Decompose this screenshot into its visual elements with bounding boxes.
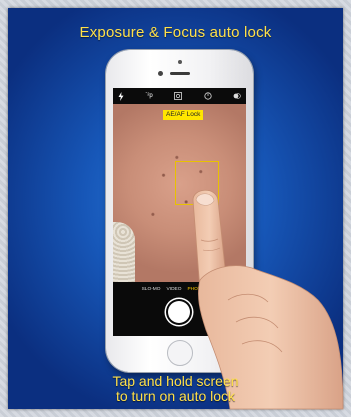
instruction-line-2: to turn on auto lock: [115, 388, 236, 404]
pointing-hand-illustration: [192, 189, 344, 410]
instruction-line-1: Tap and hold screen: [112, 373, 239, 389]
